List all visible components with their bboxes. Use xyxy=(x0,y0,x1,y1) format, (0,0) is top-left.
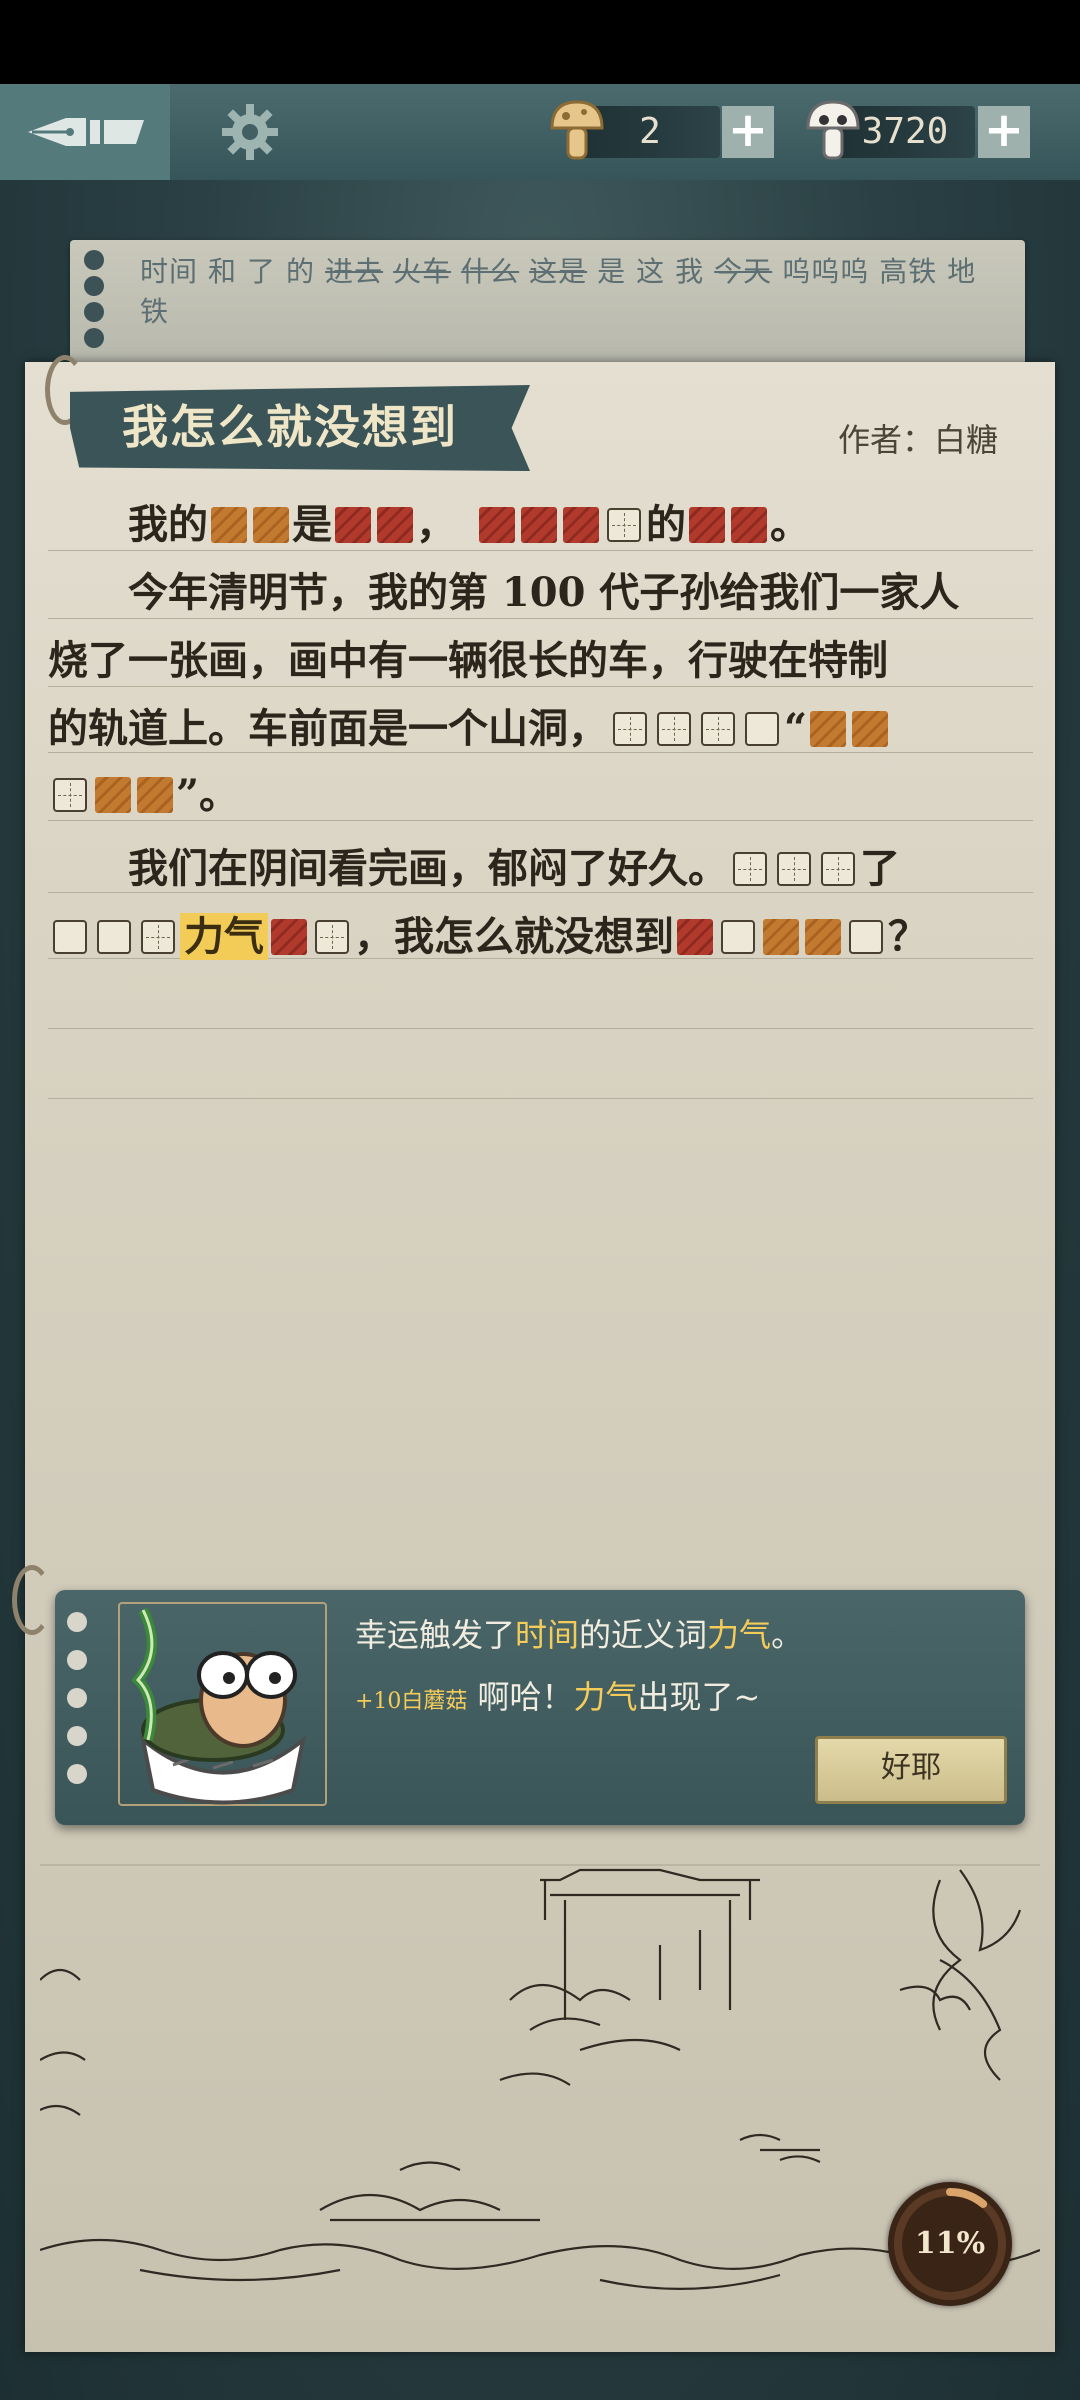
story-author: 作者：白糖 xyxy=(837,421,998,459)
hidden-word-block-orange[interactable] xyxy=(211,507,247,543)
story-line: 力气 ，我怎么就没想到 ？ xyxy=(48,904,1033,964)
empty-char-slot[interactable] xyxy=(53,920,87,954)
hidden-word-block-orange[interactable] xyxy=(253,507,289,543)
word-bank-word[interactable]: 今天 xyxy=(714,255,772,288)
add-mushroom-button[interactable]: + xyxy=(722,106,774,158)
confirm-button[interactable]: 好耶 xyxy=(815,1736,1007,1804)
hidden-word-block-orange[interactable] xyxy=(810,711,847,747)
ruled-line xyxy=(48,1028,1033,1029)
word-bank: 时间和了的进去 火车 什么 这是是这我今天 呜呜呜 高铁 地铁 xyxy=(70,240,1025,365)
empty-char-slot[interactable] xyxy=(657,712,691,746)
word-bank-word[interactable]: 我 xyxy=(675,255,704,288)
hint-popup: 幸运触发了时间的近义词力气。 +10白蘑菇 啊哈！力气出现了~ 好耶 xyxy=(55,1590,1025,1825)
hidden-word-block-red[interactable] xyxy=(521,507,557,543)
story-text-segment: 我的 xyxy=(48,501,208,548)
add-skull-button[interactable]: + xyxy=(978,106,1030,158)
hidden-word-block-red[interactable] xyxy=(335,507,371,543)
hidden-word-block-red[interactable] xyxy=(563,507,599,543)
progress-percent: 11% xyxy=(914,2226,986,2261)
word-bank-word[interactable]: 什么 xyxy=(461,255,519,288)
hidden-word-block-red[interactable] xyxy=(479,507,515,543)
story-line: 我们在阴间看完画，郁闷了好久。 了 xyxy=(48,836,1033,896)
story-line: 今年清明节，我的第 100 代子孙给我们一家人 xyxy=(48,560,1033,620)
story-title: 我怎么就没想到 xyxy=(122,400,458,454)
word-bank-word[interactable]: 呜呜呜 xyxy=(782,255,869,288)
skull-icon xyxy=(806,100,860,160)
story-text-segment: “ xyxy=(784,705,808,752)
hidden-word-block-red[interactable] xyxy=(377,507,413,543)
word-bank-word[interactable]: 时间 xyxy=(140,255,198,288)
story-text-segment: 。 xyxy=(770,501,810,548)
filled-word[interactable]: 力气 xyxy=(180,913,268,960)
story-text-segment: 的轨道上。车前面是一个山洞， xyxy=(48,705,608,752)
reward-text: +10白蘑菇 xyxy=(355,1689,468,1714)
progress-indicator: 11% xyxy=(888,2182,1012,2306)
word-bank-word[interactable]: 和 xyxy=(208,255,237,288)
popup-message: 幸运触发了时间的近义词力气。 xyxy=(355,1616,804,1654)
story-line: 的轨道上。车前面是一个山洞， “ xyxy=(48,696,1033,756)
hidden-word-block-orange[interactable] xyxy=(95,777,131,813)
top-hud: 2 + 3720 + xyxy=(0,84,1080,180)
empty-char-slot[interactable] xyxy=(701,712,735,746)
binder-ring xyxy=(12,1565,52,1635)
story-text-segment: 的 xyxy=(646,501,686,548)
pen-button[interactable] xyxy=(0,84,170,180)
story-text-segment: ，我怎么就没想到 xyxy=(354,913,674,960)
empty-char-slot[interactable] xyxy=(315,920,349,954)
word-bank-word[interactable]: 了 xyxy=(247,255,276,288)
word-bank-word[interactable]: 的 xyxy=(286,255,315,288)
hidden-word-block-red[interactable] xyxy=(271,919,307,955)
story-text-segment: 了 xyxy=(860,845,900,892)
word-bank-word[interactable]: 是 xyxy=(597,255,626,288)
hidden-word-block-red[interactable] xyxy=(689,507,725,543)
gear-icon[interactable] xyxy=(220,102,280,162)
empty-char-slot[interactable] xyxy=(745,712,779,746)
story-text-segment: ， xyxy=(416,501,476,548)
status-bar xyxy=(0,0,1080,84)
hidden-word-block-red[interactable] xyxy=(677,919,713,955)
hidden-word-block-orange[interactable] xyxy=(805,919,841,955)
empty-char-slot[interactable] xyxy=(607,508,641,542)
hidden-word-block-orange[interactable] xyxy=(137,777,173,813)
story-text-segment: 烧了一张画，画中有一辆很长的车，行驶在特制 xyxy=(48,637,888,684)
word-bank-word[interactable]: 进去 xyxy=(325,255,383,288)
empty-char-slot[interactable] xyxy=(821,852,855,886)
empty-char-slot[interactable] xyxy=(733,852,767,886)
mushroom-icon xyxy=(550,100,604,160)
empty-char-slot[interactable] xyxy=(613,712,647,746)
pen-icon xyxy=(28,118,144,146)
word-bank-word[interactable]: 这是 xyxy=(529,255,587,288)
hidden-word-block-red[interactable] xyxy=(731,507,767,543)
hidden-word-block-orange[interactable] xyxy=(763,919,799,955)
story-line: 我的 是 ， 的 。 xyxy=(48,492,1033,552)
word-bank-words: 时间和了的进去 火车 什么 这是是这我今天 呜呜呜 高铁 地铁 xyxy=(140,252,1000,332)
word-bank-word[interactable]: 高铁 xyxy=(879,255,937,288)
story-line: ”。 xyxy=(48,762,1033,822)
ruled-line xyxy=(48,1098,1033,1099)
story-text-segment: 今年清明节，我的第 100 代子孙给我们一家人 xyxy=(48,569,960,616)
hidden-word-block-orange[interactable] xyxy=(852,711,889,747)
empty-char-slot[interactable] xyxy=(777,852,811,886)
story-text-segment: ”。 xyxy=(176,771,240,818)
story-line: 烧了一张画，画中有一辆很长的车，行驶在特制 xyxy=(48,628,1033,688)
empty-char-slot[interactable] xyxy=(849,920,883,954)
story-text-segment: 我们在阴间看完画，郁闷了好久。 xyxy=(48,845,728,892)
empty-char-slot[interactable] xyxy=(721,920,755,954)
empty-char-slot[interactable] xyxy=(53,778,87,812)
empty-char-slot[interactable] xyxy=(141,920,175,954)
word-bank-word[interactable]: 火车 xyxy=(393,255,451,288)
empty-char-slot[interactable] xyxy=(97,920,131,954)
turtle-mascot-icon xyxy=(131,1607,307,1805)
popup-reward-line: +10白蘑菇 啊哈！力气出现了~ xyxy=(355,1678,761,1716)
story-text-segment: 是 xyxy=(292,501,332,548)
story-text-segment: ？ xyxy=(888,913,928,960)
word-bank-word[interactable]: 这 xyxy=(636,255,665,288)
